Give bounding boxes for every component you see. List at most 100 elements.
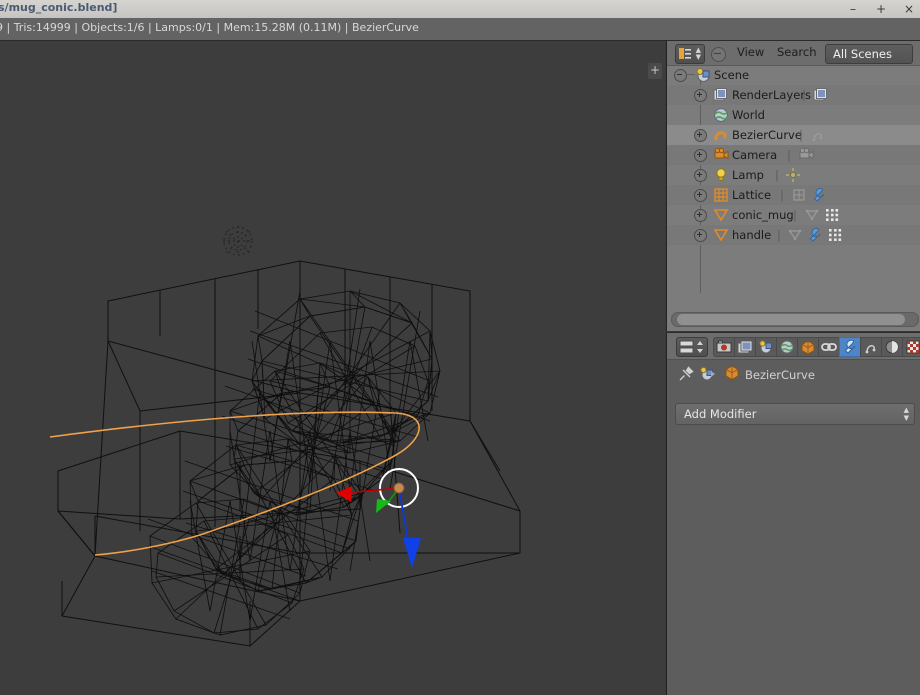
camera-back-icon: [716, 340, 732, 353]
row-label-world: World: [732, 108, 765, 122]
dropdown-chevrons: ▲ ▼: [903, 406, 909, 422]
pin-icon[interactable]: [677, 365, 695, 383]
menu-view[interactable]: View: [737, 45, 764, 59]
add-modifier-dropdown[interactable]: Add Modifier ▲ ▼: [675, 403, 915, 425]
expander-conic-mug[interactable]: [694, 209, 707, 222]
mesh-data-icon[interactable]: [804, 207, 820, 223]
outliner-row-beziercurve[interactable]: BezierCurve |: [667, 125, 920, 145]
minimize-button[interactable]: –: [846, 2, 860, 16]
lattice-data-icon[interactable]: [791, 187, 807, 203]
tab-data[interactable]: [860, 337, 881, 357]
mesh-data-icon[interactable]: [787, 227, 803, 243]
expander-lamp[interactable]: [694, 169, 707, 182]
expander-lattice[interactable]: [694, 189, 707, 202]
window-titlebar: s/mug_conic.blend] – + ×: [0, 0, 920, 19]
viewport-region-toggle[interactable]: +: [648, 63, 662, 79]
outliner-row-camera[interactable]: Camera |: [667, 145, 920, 165]
cube-icon[interactable]: [723, 364, 741, 382]
row-label-camera: Camera: [732, 148, 778, 162]
maximize-button[interactable]: +: [874, 2, 888, 16]
info-statusbar: 9 | Tris:14999 | Objects:1/6 | Lamps:0/1…: [0, 18, 920, 41]
properties-breadcrumb: BezierCurve: [667, 359, 920, 389]
cube-icon: [801, 340, 815, 355]
lattice-icon: [714, 188, 728, 202]
display-mode-label: All Scenes: [833, 47, 892, 61]
vertexgroup-icon[interactable]: [824, 207, 840, 223]
outliner-collapse-button[interactable]: [711, 47, 726, 62]
row-separator: |: [787, 148, 791, 162]
row-label-renderlayers: RenderLayers: [732, 88, 811, 102]
lamp-data-icon[interactable]: [785, 167, 801, 183]
manipulator-center: [393, 482, 405, 494]
row-label-lattice: Lattice: [732, 188, 772, 202]
tab-texture[interactable]: [902, 337, 920, 357]
vertexgroup-icon[interactable]: [827, 227, 843, 243]
properties-icon: [679, 340, 703, 354]
expander-scene[interactable]: [674, 69, 687, 82]
wrench-icon[interactable]: [807, 227, 823, 243]
outliner-row-handle[interactable]: handle |: [667, 225, 920, 245]
row-separator: |: [775, 168, 779, 182]
tab-render[interactable]: [713, 337, 734, 357]
row-separator: |: [777, 228, 781, 242]
blender-window: s/mug_conic.blend] – + × 9 | Tris:14999 …: [0, 0, 920, 695]
properties-header: [667, 333, 920, 360]
row-label-beziercurve: BezierCurve: [732, 128, 802, 142]
curve-icon: [714, 131, 727, 141]
lamp-icon: [716, 168, 726, 181]
outliner-row-scene[interactable]: Scene: [667, 65, 920, 85]
scrollbar-thumb[interactable]: [677, 314, 905, 325]
scrollbar-track[interactable]: [671, 312, 919, 327]
scene-icon: [759, 340, 772, 354]
outliner-header: ▲ ▼ View Search All Scenes: [667, 41, 920, 66]
world-icon: [780, 340, 794, 354]
tab-renderlayers[interactable]: [734, 337, 755, 357]
tab-constraints[interactable]: [818, 337, 839, 357]
tab-object[interactable]: [797, 337, 818, 357]
properties-editor-type-button[interactable]: [676, 337, 708, 357]
chain-icon: [821, 343, 837, 351]
tab-scene[interactable]: [755, 337, 776, 357]
outliner-row-world[interactable]: World: [667, 105, 920, 125]
properties-tabstrip[interactable]: [713, 337, 920, 357]
world-icon: [714, 108, 728, 122]
close-icon[interactable]: ×: [902, 2, 916, 16]
tab-material[interactable]: [881, 337, 902, 357]
row-label-lamp: Lamp: [732, 168, 764, 182]
curve-data-icon[interactable]: [810, 127, 826, 143]
y-axis-arrow: [376, 499, 391, 513]
expander-camera[interactable]: [694, 149, 707, 162]
tab-world[interactable]: [776, 337, 797, 357]
outliner-editor: ▲ ▼ View Search All Scenes Scene RenderL…: [666, 41, 920, 331]
mesh-icon: [713, 209, 729, 222]
renderlayers-data-icon[interactable]: [813, 87, 829, 103]
menu-search[interactable]: Search: [777, 45, 817, 59]
camera-icon: [714, 147, 729, 160]
row-separator: |: [802, 88, 806, 102]
curve-data-icon: [865, 345, 876, 354]
wrench-icon[interactable]: [811, 187, 827, 203]
outliner-row-conic-mug[interactable]: conic_mug |: [667, 205, 920, 225]
outliner-row-renderlayers[interactable]: RenderLayers |: [667, 85, 920, 105]
outliner-editor-type-button[interactable]: ▲ ▼: [675, 44, 705, 64]
bezier-curve: [49, 411, 420, 556]
tab-modifiers[interactable]: [839, 337, 860, 357]
outliner-tree[interactable]: Scene RenderLayers | World BezierCurve |…: [667, 65, 920, 312]
expander-renderlayers[interactable]: [694, 89, 707, 102]
viewport-3d[interactable]: +: [0, 41, 665, 695]
outliner-icon: [679, 48, 691, 59]
editor-type-chevrons: ▲ ▼: [695, 46, 701, 61]
breadcrumb-object-name: BezierCurve: [745, 368, 815, 382]
outliner-row-lattice[interactable]: Lattice |: [667, 185, 920, 205]
display-mode-dropdown[interactable]: All Scenes: [825, 44, 913, 64]
chevron-right-icon: [711, 371, 715, 377]
outliner-row-lamp[interactable]: Lamp |: [667, 165, 920, 185]
checker-icon: [906, 340, 920, 354]
camera-data-icon[interactable]: [798, 147, 814, 163]
expander-handle[interactable]: [694, 229, 707, 242]
mesh-wireframe: [147, 288, 441, 636]
images-icon: [737, 340, 753, 354]
viewport-scene: [49, 226, 521, 647]
outliner-horizontal-scrollbar[interactable]: [667, 312, 920, 327]
expander-beziercurve[interactable]: [694, 129, 707, 142]
